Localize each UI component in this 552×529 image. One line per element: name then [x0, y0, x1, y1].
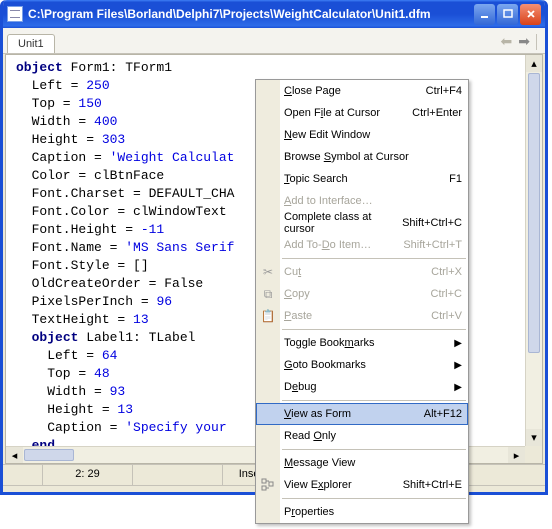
- submenu-arrow-icon: ▶: [454, 338, 462, 349]
- close-button[interactable]: [520, 4, 541, 25]
- submenu-arrow-icon: ▶: [454, 360, 462, 371]
- menu-paste: 📋 Paste Ctrl+V: [256, 305, 468, 327]
- menu-complete-class[interactable]: Complete class at cursor Shift+Ctrl+C: [256, 212, 468, 234]
- status-cell-1: [3, 465, 43, 486]
- menu-view-explorer[interactable]: View Explorer Shift+Ctrl+E: [256, 474, 468, 496]
- minimize-button[interactable]: [474, 4, 495, 25]
- menu-add-to-interface: Add to Interface…: [256, 190, 468, 212]
- titlebar: C:\Program Files\Borland\Delphi7\Project…: [3, 0, 545, 28]
- status-cursor-pos: 2: 29: [43, 465, 133, 486]
- cut-icon: ✂: [260, 264, 276, 280]
- scroll-corner: [525, 446, 542, 463]
- menu-topic-search[interactable]: Topic Search F1: [256, 168, 468, 190]
- scroll-right-icon[interactable]: ▸: [508, 447, 525, 463]
- window-title: C:\Program Files\Borland\Delphi7\Project…: [28, 7, 474, 21]
- menu-cut: ✂ Cut Ctrl+X: [256, 261, 468, 283]
- tab-bar: Unit1 ⬅ ➡: [3, 28, 545, 54]
- tab-unit1[interactable]: Unit1: [7, 34, 55, 53]
- menu-message-view[interactable]: Message View: [256, 452, 468, 474]
- copy-icon: ⧉: [260, 286, 276, 302]
- menu-add-todo: Add To-Do Item… Shift+Ctrl+T: [256, 234, 468, 256]
- scroll-thumb-h[interactable]: [24, 449, 74, 461]
- paste-icon: 📋: [260, 308, 276, 324]
- scroll-thumb-v[interactable]: [528, 73, 540, 353]
- nav-fwd-icon[interactable]: ➡: [518, 33, 530, 50]
- menu-browse-symbol[interactable]: Browse Symbol at Cursor: [256, 146, 468, 168]
- menu-goto-bookmarks[interactable]: Goto Bookmarks ▶: [256, 354, 468, 376]
- menu-toggle-bookmarks[interactable]: Toggle Bookmarks ▶: [256, 332, 468, 354]
- menu-read-only[interactable]: Read Only: [256, 425, 468, 447]
- scroll-down-icon[interactable]: ▾: [526, 429, 542, 446]
- menu-debug[interactable]: Debug ▶: [256, 376, 468, 398]
- document-icon: [7, 6, 23, 22]
- context-menu: Close Page Ctrl+F4 Open File at Cursor C…: [255, 79, 469, 524]
- explorer-icon: [260, 477, 276, 493]
- nav-back-icon[interactable]: ⬅: [501, 33, 513, 50]
- menu-properties[interactable]: Properties: [256, 501, 468, 523]
- menu-open-file-at-cursor[interactable]: Open File at Cursor Ctrl+Enter: [256, 102, 468, 124]
- menu-copy: ⧉ Copy Ctrl+C: [256, 283, 468, 305]
- scroll-up-icon[interactable]: ▴: [526, 55, 542, 72]
- scroll-left-icon[interactable]: ◂: [6, 447, 23, 463]
- menu-close-page[interactable]: Close Page Ctrl+F4: [256, 80, 468, 102]
- menu-new-edit-window[interactable]: New Edit Window: [256, 124, 468, 146]
- status-cell-3: [133, 465, 223, 486]
- submenu-arrow-icon: ▶: [454, 382, 462, 393]
- maximize-button[interactable]: [497, 4, 518, 25]
- vertical-scrollbar[interactable]: ▴ ▾: [525, 55, 542, 446]
- menu-view-as-form[interactable]: View as Form Alt+F12: [256, 403, 468, 425]
